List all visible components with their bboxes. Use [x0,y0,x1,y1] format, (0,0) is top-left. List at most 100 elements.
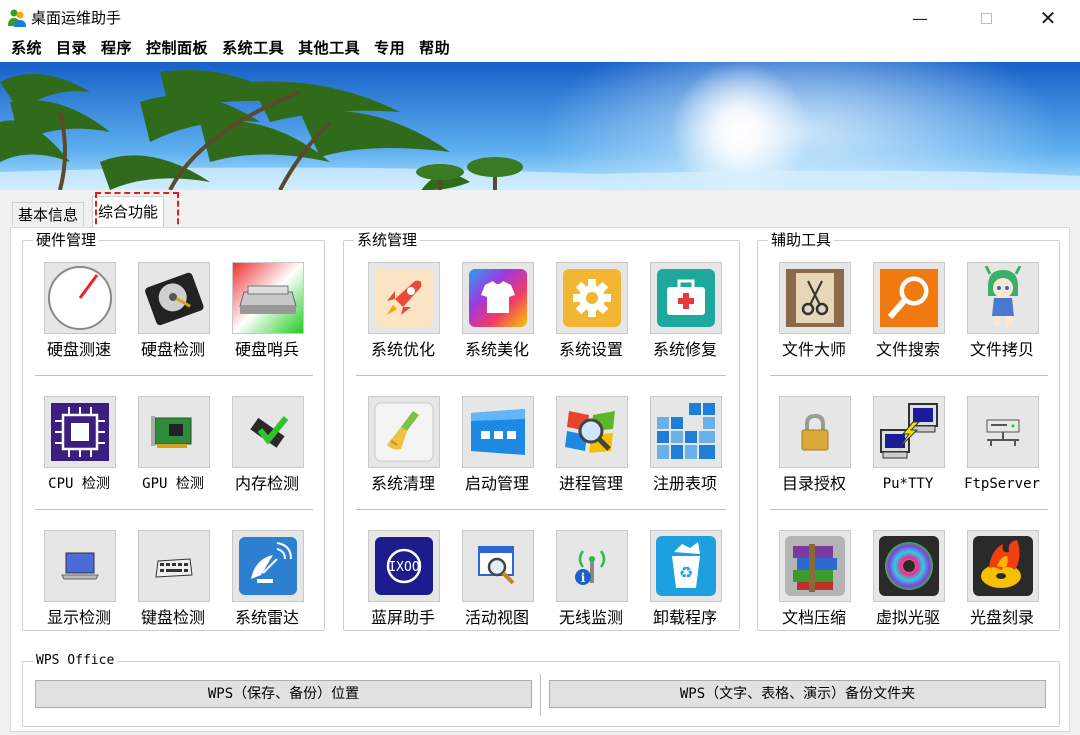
tool-putty[interactable]: Pu*TTY [861,396,955,506]
menu-help[interactable]: 帮助 [412,36,457,62]
menu-other-tools[interactable]: 其他工具 [291,36,367,62]
startup-window-icon [462,396,534,468]
minimize-button[interactable]: — [897,0,943,36]
gpu-card-icon [138,396,210,468]
menu-program[interactable]: 程序 [94,36,139,62]
tool-system-repair[interactable]: 系统修复 [638,262,732,372]
satellite-dish-icon [232,530,304,602]
window-search-icon [462,530,534,602]
window-title: 桌面运维助手 [31,9,122,27]
separator [35,375,313,377]
wps-save-location-button[interactable]: WPS（保存、备份）位置 [35,680,532,708]
tool-disc-burn[interactable]: 光盘刻录 [955,530,1049,640]
tool-startup-manager[interactable]: 启动管理 [450,396,544,506]
wps-backup-folder-button[interactable]: WPS（文字、表格、演示）备份文件夹 [549,680,1046,708]
tool-file-master[interactable]: 文件大师 [767,262,861,372]
tshirt-icon [462,262,534,334]
tool-process-manager[interactable]: 进程管理 [544,396,638,506]
tool-bsod-helper[interactable]: IXOO 蓝屏助手 [356,530,450,640]
padlock-icon [779,396,851,468]
registry-tiles-icon [650,396,722,468]
scissors-folder-icon [779,262,851,334]
maximize-icon [980,12,992,24]
close-button[interactable]: ✕ [1025,0,1071,36]
windows-magnifier-icon [556,396,628,468]
tool-system-clean[interactable]: 系统清理 [356,396,450,506]
tool-label: 内存检测 [234,474,299,493]
tool-display-check[interactable]: 显示检测 [32,530,126,640]
tool-ftp-server[interactable]: FtpServer [955,396,1049,506]
tab-integrated-functions[interactable]: 综合功能 [92,196,165,228]
wps-group: WPS Office WPS（保存、备份）位置 WPS（文字、表格、演示）备份文… [22,652,1060,727]
tool-uninstall[interactable]: ♻ 卸载程序 [638,530,732,640]
tool-label: 系统修复 [652,340,717,359]
tool-registry[interactable]: 注册表项 [638,396,732,506]
gauge-icon [44,262,116,334]
tool-label: 注册表项 [652,474,717,493]
hardware-group: 硬件管理 硬盘测速 硬盘检测 硬盘哨兵 CPU 检测 GPU 检测 内存检测 显… [22,231,325,631]
minimize-icon: — [912,8,928,28]
rocket-icon [368,262,440,334]
menu-bar: 系统 目录 程序 控制面板 系统工具 其他工具 专用 帮助 [0,36,1080,62]
archive-books-icon [779,530,851,602]
tool-doc-compress[interactable]: 文档压缩 [767,530,861,640]
separator [770,509,1048,511]
hardware-group-title: 硬件管理 [33,231,100,249]
maximize-button[interactable] [963,0,1009,36]
separator [770,375,1048,377]
menu-system-tools[interactable]: 系统工具 [215,36,291,62]
tool-keyboard-check[interactable]: 键盘检测 [126,530,220,640]
separator [35,509,313,511]
tool-gpu-check[interactable]: GPU 检测 [126,396,220,506]
tool-wireless-monitor[interactable]: i 无线监测 [544,530,638,640]
tool-label: 硬盘哨兵 [234,340,299,359]
broom-icon [368,396,440,468]
title-bar: 桌面运维助手 — ✕ [0,0,1080,36]
tool-system-beautify[interactable]: 系统美化 [450,262,544,372]
app-people-icon [8,9,26,27]
tool-activity-view[interactable]: 活动视图 [450,530,544,640]
tool-label: 文件拷贝 [969,340,1034,359]
tool-system-radar[interactable]: 系统雷达 [220,530,314,640]
tool-cpu-check[interactable]: CPU 检测 [32,396,126,506]
tool-system-optimize[interactable]: 系统优化 [356,262,450,372]
tool-label: 系统雷达 [234,608,299,627]
disc-icon [873,530,945,602]
laptop-icon [44,530,116,602]
system-group-title: 系统管理 [354,231,421,249]
tool-file-search[interactable]: 文件搜索 [861,262,955,372]
tool-system-settings[interactable]: 系统设置 [544,262,638,372]
separator [540,674,542,716]
gear-icon [556,262,628,334]
tool-label: 卸载程序 [652,608,717,627]
first-aid-kit-icon [650,262,722,334]
menu-directory[interactable]: 目录 [49,36,94,62]
tab-basic-info[interactable]: 基本信息 [12,202,85,226]
aux-group-title: 辅助工具 [768,231,835,249]
menu-system[interactable]: 系统 [4,36,49,62]
separator [356,509,726,511]
app-window: 桌面运维助手 — ✕ 系统 目录 程序 控制面板 系统工具 其他工具 专用 帮助 [0,0,1080,735]
svg-text:IXOO: IXOO [388,560,419,575]
menu-special[interactable]: 专用 [367,36,412,62]
memory-check-icon [232,396,304,468]
client-area: 基本信息 综合功能 硬件管理 硬盘测速 硬盘检测 硬盘哨兵 CPU 检测 GPU… [0,190,1080,735]
menu-control-panel[interactable]: 控制面板 [139,36,215,62]
anime-character-icon [967,262,1039,334]
banner-image [0,62,1080,190]
svg-text:i: i [581,571,586,585]
tool-virtual-drive[interactable]: 虚拟光驱 [861,530,955,640]
keyboard-icon [138,530,210,602]
tool-dir-permission[interactable]: 目录授权 [767,396,861,506]
wireless-info-icon: i [556,530,628,602]
tool-file-copy[interactable]: 文件拷贝 [955,262,1049,372]
tool-disk-sentinel[interactable]: 硬盘哨兵 [220,262,314,372]
close-icon: ✕ [1039,6,1057,30]
tool-label: 光盘刻录 [969,608,1034,627]
putty-terminals-icon [873,396,945,468]
tool-memory-check[interactable]: 内存检测 [220,396,314,506]
tool-disk-check[interactable]: 硬盘检测 [126,262,220,372]
tool-disk-speed[interactable]: 硬盘测速 [32,262,126,372]
tool-label: FtpServer [964,476,1040,492]
bsod-icon: IXOO [368,530,440,602]
